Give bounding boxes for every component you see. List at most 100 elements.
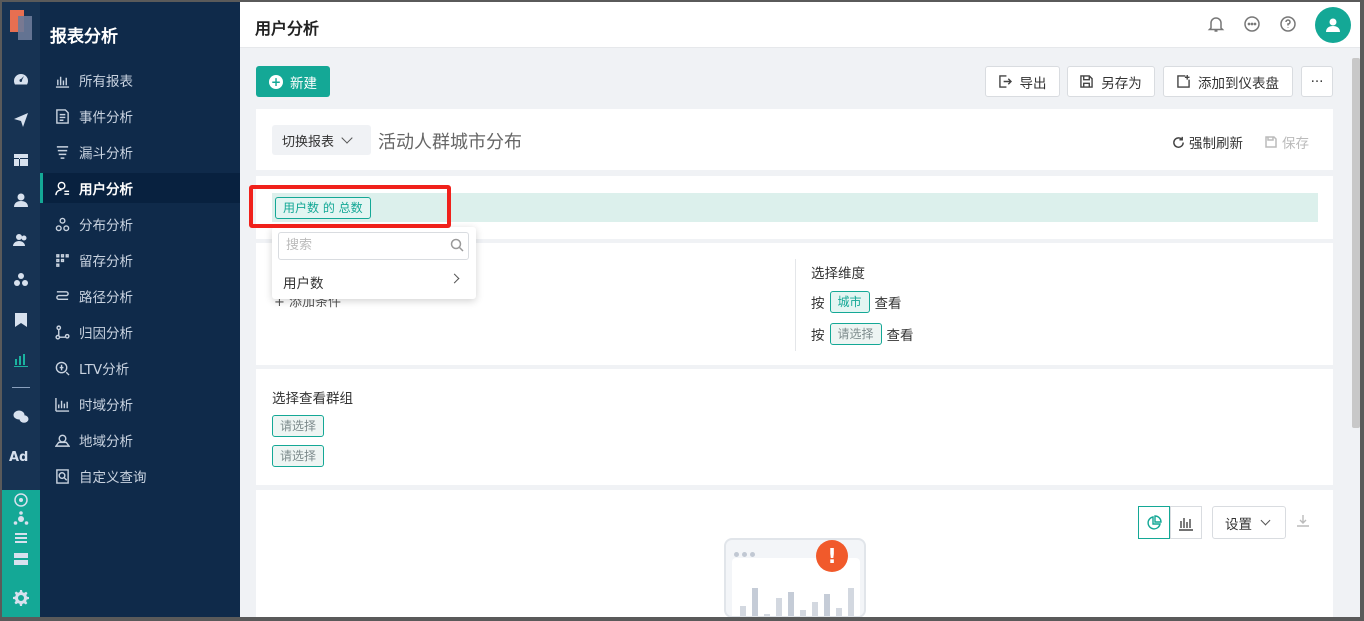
download-icon[interactable] (1296, 514, 1310, 528)
sidebar-item-distribution-analysis[interactable]: 分布分析 (40, 209, 240, 239)
chart-panel: 设置 ! (256, 490, 1333, 617)
cluster-icon[interactable] (11, 270, 31, 290)
page-scrollbar[interactable] (1352, 58, 1360, 428)
attribution-icon (54, 324, 70, 340)
sidebar-item-user-analysis[interactable]: 用户分析 (40, 173, 240, 203)
add-to-dashboard-button[interactable]: 添加到仪表盘 (1163, 66, 1293, 97)
switch-report-dropdown[interactable]: 切换报表 (272, 125, 371, 155)
sidebar-item-label: 归因分析 (79, 326, 133, 342)
search-input[interactable]: 搜索 (278, 232, 469, 260)
new-button[interactable]: + 新建 (256, 66, 330, 97)
save-label: 保存 (1282, 136, 1309, 152)
rail-divider (12, 387, 30, 388)
sidebar-item-all-reports[interactable]: 所有报表 (40, 65, 240, 95)
pie-chart-toggle[interactable] (1138, 506, 1170, 539)
save-button[interactable]: 保存 (1265, 132, 1309, 152)
avatar[interactable] (1315, 7, 1351, 43)
sidebar-item-label: 地域分析 (79, 434, 133, 450)
retention-icon (54, 252, 70, 268)
group-select-tag[interactable]: 请选择 (272, 415, 325, 437)
dropdown-item-user-count[interactable]: 用户数 (283, 272, 324, 292)
sidebar-item-ltv-analysis[interactable]: LTV分析 (40, 353, 240, 383)
settings-label: 设置 (1225, 516, 1252, 533)
sidebar-item-label: LTV分析 (79, 362, 130, 378)
sidebar-item-funnel-analysis[interactable]: 漏斗分析 (40, 137, 240, 167)
group-select-tag[interactable]: 请选择 (272, 445, 325, 467)
gear-icon[interactable] (11, 588, 31, 608)
sidebar-item-retention-analysis[interactable]: 留存分析 (40, 245, 240, 275)
dimension-tag-city[interactable]: 城市 (829, 291, 870, 313)
server-icon[interactable] (11, 549, 31, 569)
message-icon[interactable] (1243, 15, 1261, 33)
sidebar-item-custom-query[interactable]: 自定义查询 (40, 461, 240, 491)
sidebar-item-attribution-analysis[interactable]: 归因分析 (40, 317, 240, 347)
ltv-icon (54, 360, 70, 376)
export-button[interactable]: 导出 (985, 66, 1060, 97)
sidebar-item-label: 漏斗分析 (79, 146, 133, 162)
sidebar-item-region-analysis[interactable]: 地域分析 (40, 425, 240, 455)
group-panel: 选择查看群组 请选择 请选择 (256, 369, 1333, 485)
save-icon (1265, 136, 1277, 148)
bookmark-icon[interactable] (11, 310, 31, 330)
users-icon[interactable] (11, 230, 31, 250)
ad-icon[interactable]: Ad (9, 450, 28, 465)
send-icon[interactable] (11, 110, 31, 130)
force-refresh-label: 强制刷新 (1189, 136, 1243, 152)
bar-chart-icon (1179, 517, 1193, 531)
settings-dropdown[interactable]: 设置 (1212, 506, 1286, 539)
add-to-dashboard-label: 添加到仪表盘 (1198, 75, 1279, 92)
dimension-tag-select[interactable]: 请选择 (829, 323, 882, 345)
dimension-prefix: 按 (811, 328, 825, 344)
new-button-label: 新建 (290, 75, 317, 92)
search-icon (450, 238, 464, 252)
group-title: 选择查看群组 (272, 391, 353, 407)
icon-rail: Ad (2, 2, 40, 617)
save-as-button[interactable]: 另存为 (1067, 66, 1155, 97)
dashboard-icon[interactable] (11, 70, 31, 90)
more-button[interactable]: ··· (1301, 66, 1333, 97)
table-icon[interactable] (11, 150, 31, 170)
sidebar-item-label: 自定义查询 (79, 470, 147, 486)
bar-chart-icon (54, 72, 70, 88)
dimension-title: 选择维度 (811, 266, 865, 282)
analytics-icon[interactable] (11, 350, 31, 370)
list-icon[interactable] (11, 529, 31, 549)
user-icon (54, 180, 70, 196)
bar-chart-toggle[interactable] (1170, 506, 1202, 539)
target-icon[interactable] (11, 490, 31, 510)
time-chart-icon (54, 396, 70, 412)
dimension-row: 按 城市 查看 (811, 291, 902, 313)
plus-icon: + (269, 74, 283, 89)
report-header-panel: 切换报表 活动人群城市分布 强制刷新 保存 (256, 109, 1333, 170)
sidebar-item-label: 路径分析 (79, 290, 133, 306)
network-icon[interactable] (11, 509, 31, 529)
dimension-suffix: 查看 (874, 296, 902, 312)
export-button-label: 导出 (1019, 75, 1047, 92)
force-refresh-button[interactable]: 强制刷新 (1172, 132, 1243, 152)
top-header: 用户分析 (240, 2, 1360, 48)
pie-chart-icon (1147, 514, 1162, 530)
sidebar: 报表分析 所有报表 事件分析 漏斗分析 用户分析 分布分析 留存分析 路径分析 (40, 2, 240, 617)
chevron-down-icon (1260, 515, 1271, 526)
sidebar-item-label: 时域分析 (79, 398, 133, 414)
sidebar-item-time-analysis[interactable]: 时域分析 (40, 389, 240, 419)
sidebar-item-label: 用户分析 (79, 182, 133, 198)
wechat-icon[interactable] (11, 407, 31, 427)
sidebar-item-label: 分布分析 (79, 218, 133, 234)
sidebar-item-label: 所有报表 (79, 74, 133, 90)
metric-dropdown: 搜索 用户数 (272, 227, 476, 299)
dimension-prefix: 按 (811, 296, 825, 312)
chevron-right-icon (449, 273, 460, 284)
export-icon (998, 75, 1012, 88)
sidebar-item-path-analysis[interactable]: 路径分析 (40, 281, 240, 311)
report-name[interactable]: 活动人群城市分布 (378, 128, 522, 154)
sidebar-item-label: 留存分析 (79, 254, 133, 270)
warning-icon: ! (816, 540, 848, 572)
help-icon[interactable] (1279, 15, 1297, 33)
sidebar-item-event-analysis[interactable]: 事件分析 (40, 101, 240, 131)
panel-divider (795, 259, 796, 351)
user-icon[interactable] (11, 190, 31, 210)
sidebar-title: 报表分析 (50, 27, 118, 47)
dimension-row: 按 请选择 查看 (811, 323, 914, 345)
bell-icon[interactable] (1207, 15, 1225, 33)
